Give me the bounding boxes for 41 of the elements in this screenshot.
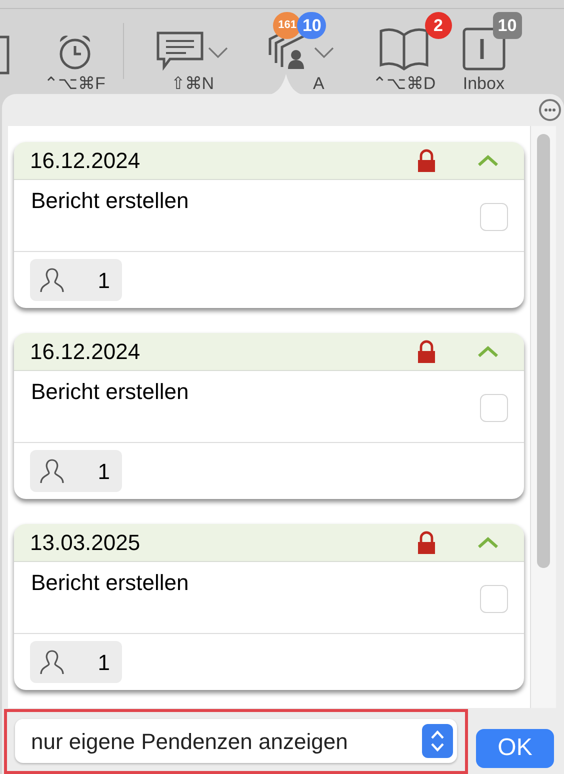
toolbar-button[interactable] [379,27,430,71]
book-icon [379,27,430,71]
document-icon [0,35,10,75]
task-checkbox[interactable] [480,394,508,422]
person-icon [38,648,66,676]
toolbar-button[interactable] [0,35,10,75]
task-date: 16.12.2024 [30,147,140,175]
chevron-up-icon [477,345,499,358]
task-title: Bericht erstellen [31,378,189,406]
shortcut-label: ⇧⌘N [170,75,214,92]
participant-count: 1 [98,458,110,486]
scrollbar-thumb[interactable] [537,134,550,568]
toolbar-button[interactable] [156,31,228,71]
shortcut-label: ⌃⌥⌘D [372,75,436,92]
count-badge: 161 [273,12,302,39]
task-date: 16.12.2024 [30,338,140,366]
task-checkbox[interactable] [480,203,508,231]
shortcut-label: ⌃⌥⌘F [44,75,106,92]
chevron-down-icon [208,47,228,59]
count-badge: 10 [492,12,522,39]
person-icon [38,457,66,485]
chevron-up-icon [477,536,499,549]
task-title: Bericht erstellen [31,569,189,597]
task-checkbox[interactable] [480,585,508,613]
stepper-icon [422,724,453,758]
count-badge: 10 [297,12,326,39]
chevron-up-icon [477,154,499,167]
task-date: 13.03.2025 [30,529,140,557]
participant-count: 1 [98,648,110,676]
task-title: Bericht erstellen [31,187,189,215]
participant-count: 1 [98,266,110,294]
ok-button[interactable]: OK [476,728,554,768]
chevron-down-icon [314,47,334,59]
more-icon [544,108,556,112]
count-badge: 2 [424,12,452,39]
message-icon [156,31,204,71]
person-icon [38,266,66,294]
filter-select[interactable]: nur eigene Pendenzen anzeigen [15,719,457,763]
shortcut-label: A [313,75,324,92]
shortcut-label: Inbox [462,75,504,92]
more-button[interactable] [539,99,561,121]
